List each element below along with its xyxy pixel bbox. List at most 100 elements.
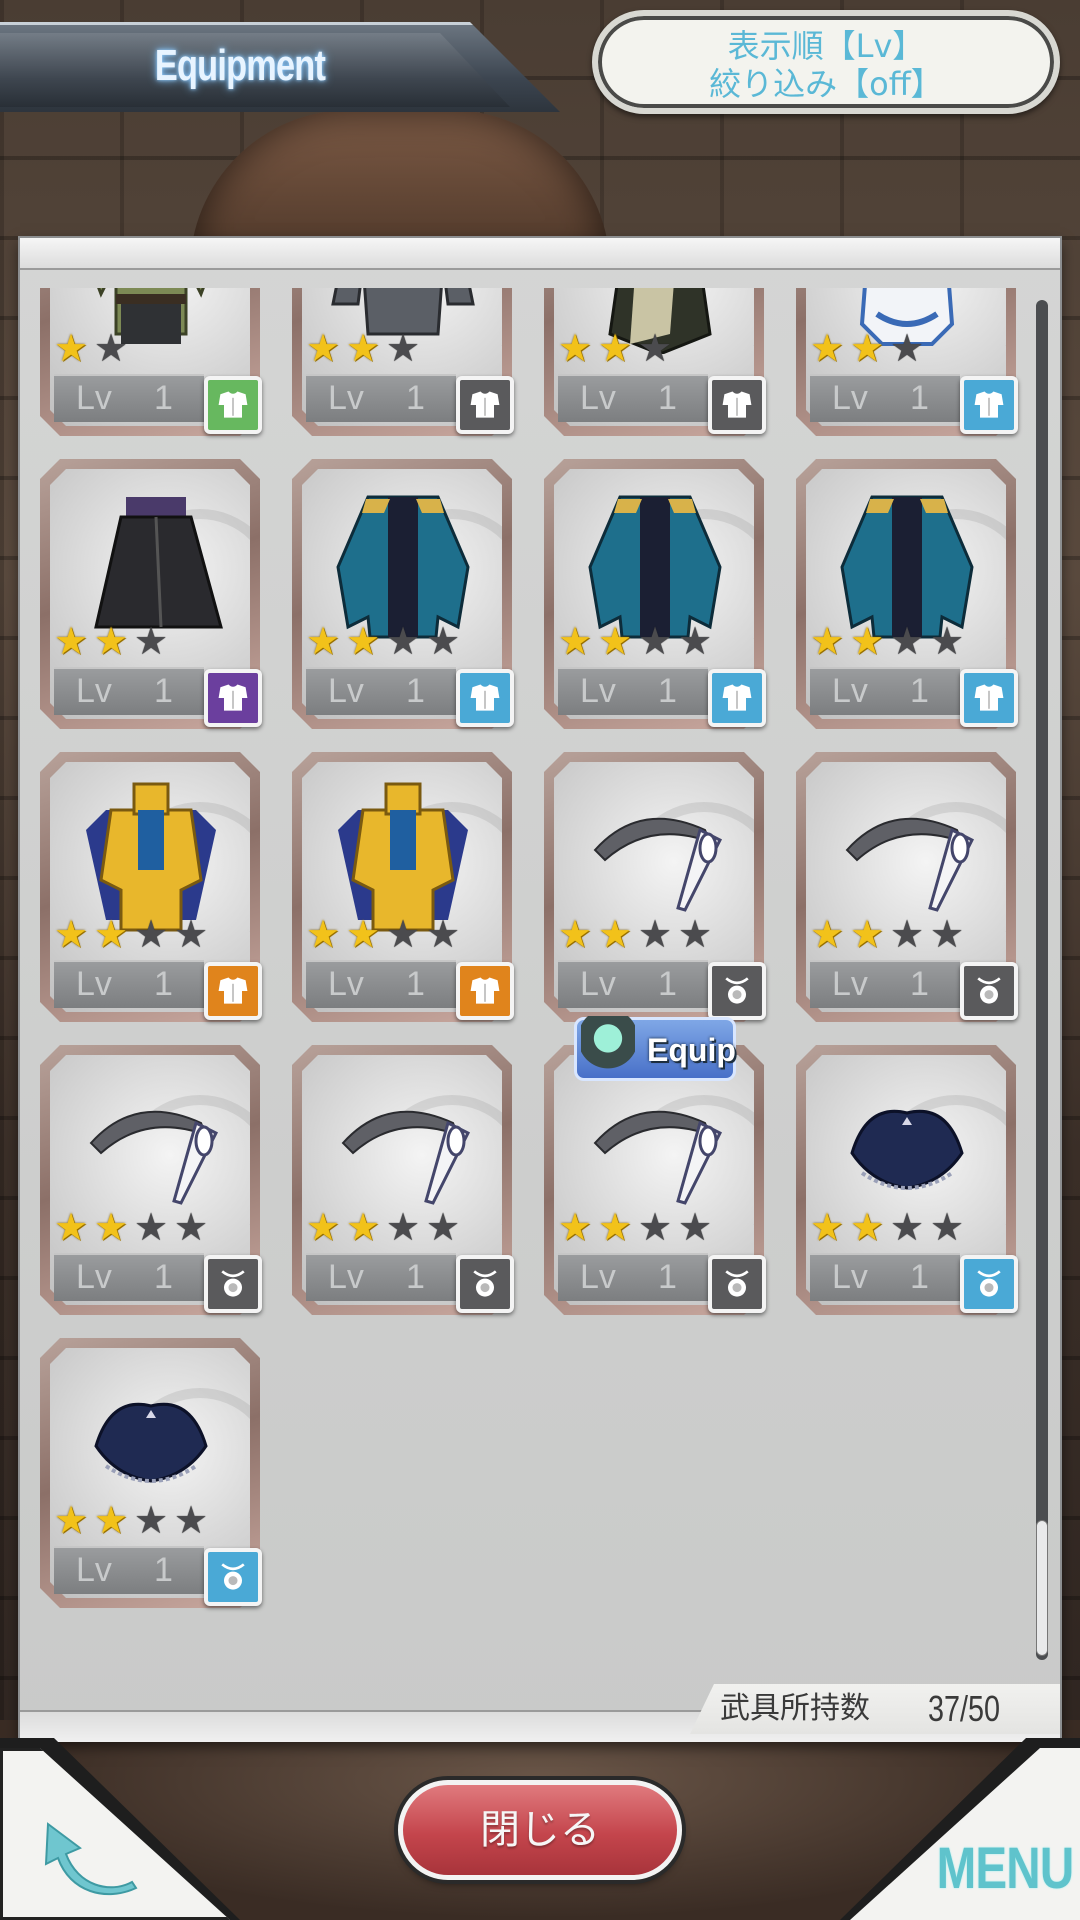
equipment-card[interactable]: Lv 1 ★ ★ ★ bbox=[544, 288, 766, 436]
level-value: 1 bbox=[658, 672, 677, 710]
rarity-star-icon: ★ bbox=[386, 1205, 421, 1249]
equipment-card[interactable]: Lv 1 ★ ★ ★ bbox=[796, 288, 1018, 436]
level-value: 1 bbox=[154, 965, 173, 1003]
rarity-star-icon: ★ bbox=[134, 1205, 169, 1249]
equipment-card[interactable]: Lv 1 ★ ★ ★ ★ bbox=[796, 459, 1018, 729]
armor-icon bbox=[456, 376, 514, 434]
accessory-icon bbox=[708, 962, 766, 1020]
rarity-star-icon: ★ bbox=[174, 912, 209, 956]
rarity-star-icon: ★ bbox=[346, 326, 381, 370]
level-value: 1 bbox=[406, 379, 425, 417]
equipment-card[interactable]: Lv 1 ★ ★ ★ ★ bbox=[292, 459, 514, 729]
level-label: Lv bbox=[76, 965, 112, 1003]
equipment-card[interactable]: Lv 1 ★ ★ ★ ★ bbox=[544, 459, 766, 729]
rarity-star-icon: ★ bbox=[54, 1498, 89, 1542]
level-label: Lv bbox=[76, 672, 112, 710]
rarity-star-icon: ★ bbox=[850, 326, 885, 370]
level-value: 1 bbox=[658, 379, 677, 417]
rarity-star-icon: ★ bbox=[346, 1205, 381, 1249]
rarity-star-icon: ★ bbox=[306, 619, 341, 663]
rarity-stars: ★ ★ ★ ★ bbox=[54, 1498, 244, 1542]
rarity-star-icon: ★ bbox=[810, 619, 845, 663]
level-label: Lv bbox=[76, 1551, 112, 1589]
rarity-star-icon: ★ bbox=[638, 1205, 673, 1249]
accessory-icon bbox=[204, 1548, 262, 1606]
rarity-stars: ★ ★ ★ bbox=[306, 326, 496, 370]
level-value: 1 bbox=[910, 672, 929, 710]
close-button-label: 閉じる bbox=[480, 1807, 600, 1853]
back-arrow-icon[interactable] bbox=[40, 1818, 140, 1898]
rarity-stars: ★ ★ ★ ★ bbox=[306, 1205, 496, 1249]
close-button[interactable]: 閉じる bbox=[398, 1780, 682, 1880]
rarity-star-icon: ★ bbox=[94, 912, 129, 956]
menu-button[interactable]: MENU bbox=[937, 1834, 1075, 1904]
equipment-card[interactable]: Lv 1 ★ ★ ★ bbox=[292, 288, 514, 436]
rarity-stars: ★ ★ ★ ★ bbox=[558, 912, 748, 956]
level-label: Lv bbox=[832, 672, 868, 710]
level-label: Lv bbox=[328, 672, 364, 710]
rarity-stars: ★ ★ ★ ★ bbox=[558, 1205, 748, 1249]
equipment-card[interactable]: Lv 1 ★ ★ ★ ★ bbox=[40, 1045, 262, 1315]
equipment-card[interactable]: Lv 1 ★ ★ ★ bbox=[40, 459, 262, 729]
rarity-star-icon: ★ bbox=[54, 1205, 89, 1249]
sort-order-label: 表示順【Lv】 bbox=[727, 27, 925, 65]
armor-icon bbox=[204, 962, 262, 1020]
armor-icon bbox=[456, 669, 514, 727]
rarity-star-icon: ★ bbox=[94, 619, 129, 663]
equipment-card[interactable]: Lv 1 ★ ★ ★ ★ bbox=[796, 1045, 1018, 1315]
equipment-card[interactable]: Lv 1 ★ ★ ★ ★ bbox=[292, 752, 514, 1022]
rarity-stars: ★ ★ bbox=[54, 329, 244, 367]
equipment-card[interactable]: Lv 1 ★ ★ ★ ★ bbox=[292, 1045, 514, 1315]
rarity-star-icon: ★ bbox=[598, 326, 633, 370]
level-value: 1 bbox=[154, 1551, 173, 1589]
rarity-stars: ★ ★ ★ bbox=[810, 326, 1000, 370]
equipment-card[interactable]: Lv 1 ★ ★ ★ ★ bbox=[40, 752, 262, 1022]
panel-top-bar bbox=[20, 238, 1060, 270]
rarity-star-icon: ★ bbox=[930, 619, 965, 663]
level-label: Lv bbox=[328, 1258, 364, 1296]
rarity-stars: ★ ★ ★ ★ bbox=[54, 912, 244, 956]
level-value: 1 bbox=[910, 379, 929, 417]
equipment-card[interactable]: Lv 1 ★ ★ bbox=[40, 288, 262, 436]
rarity-stars: ★ ★ ★ ★ bbox=[558, 619, 748, 663]
level-label: Lv bbox=[580, 1258, 616, 1296]
rarity-star-icon: ★ bbox=[638, 912, 673, 956]
rarity-star-icon: ★ bbox=[386, 912, 421, 956]
equipment-card[interactable]: Lv 1 ★ ★ ★ ★ bbox=[40, 1338, 262, 1608]
scrollbar-thumb[interactable] bbox=[1036, 1520, 1048, 1656]
level-label: Lv bbox=[76, 1258, 112, 1296]
rarity-star-icon: ★ bbox=[426, 619, 461, 663]
equipment-card[interactable]: Lv 1 ★ ★ ★ ★ Equip bbox=[544, 1016, 766, 1315]
rarity-star-icon: ★ bbox=[558, 619, 593, 663]
level-value: 1 bbox=[658, 1258, 677, 1296]
rarity-star-icon: ★ bbox=[54, 619, 89, 663]
accessory-icon bbox=[204, 1255, 262, 1313]
rarity-star-icon: ★ bbox=[638, 326, 673, 370]
armor-icon bbox=[708, 669, 766, 727]
rarity-star-icon: ★ bbox=[890, 326, 925, 370]
inventory-count-label: 武具所持数 bbox=[720, 1691, 870, 1726]
level-value: 1 bbox=[154, 1258, 173, 1296]
level-label: Lv bbox=[328, 379, 364, 417]
accessory-icon bbox=[708, 1255, 766, 1313]
filter-label: 絞り込み【off】 bbox=[709, 65, 943, 103]
equipment-card[interactable]: Lv 1 ★ ★ ★ ★ bbox=[796, 752, 1018, 1022]
rarity-star-icon: ★ bbox=[598, 619, 633, 663]
equipment-grid[interactable]: Lv 1 ★ ★ Lv 1 ★ ★ ★ Lv 1 ★ ★ ★ Lv 1 ★ ★ ★ Lv 1 ★ ★ ★ Lv 1 ★ ★ ★ ★ Lv 1 ★… bbox=[20, 288, 1030, 1663]
scrollbar-track[interactable] bbox=[1036, 300, 1048, 1660]
level-label: Lv bbox=[832, 965, 868, 1003]
rarity-star-icon: ★ bbox=[678, 912, 713, 956]
rarity-star-icon: ★ bbox=[94, 1205, 129, 1249]
rarity-star-icon: ★ bbox=[598, 912, 633, 956]
level-value: 1 bbox=[406, 965, 425, 1003]
rarity-stars: ★ ★ ★ ★ bbox=[306, 619, 496, 663]
armor-icon bbox=[204, 669, 262, 727]
rarity-star-icon: ★ bbox=[558, 912, 593, 956]
rarity-star-icon: ★ bbox=[346, 619, 381, 663]
rarity-star-icon: ★ bbox=[890, 619, 925, 663]
rarity-star-icon: ★ bbox=[306, 326, 341, 370]
sort-filter-button[interactable]: 表示順【Lv】 絞り込み【off】 bbox=[592, 10, 1060, 114]
equipment-card[interactable]: Lv 1 ★ ★ ★ ★ bbox=[544, 752, 766, 1022]
rarity-star-icon: ★ bbox=[810, 1205, 845, 1249]
level-value: 1 bbox=[910, 1258, 929, 1296]
